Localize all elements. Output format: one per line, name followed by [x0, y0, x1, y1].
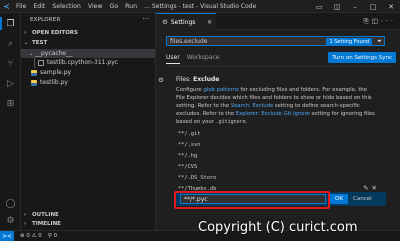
- explorer-title: EXPLORER: [30, 17, 61, 23]
- run-debug-icon[interactable]: ▷: [4, 77, 17, 90]
- tree-item-sample-py[interactable]: sample.py: [21, 68, 155, 77]
- window-title: Settings - test - Visual Studio Code: [152, 3, 257, 10]
- tree-item-pyc[interactable]: testlib.cpython-311.pyc: [21, 58, 155, 67]
- highlight-annotation: [174, 191, 330, 209]
- tab-settings[interactable]: ⚙ Settings ✕: [156, 13, 216, 30]
- menu-go[interactable]: Go: [110, 3, 119, 10]
- tab-user[interactable]: User: [166, 54, 180, 64]
- manage-gear-icon[interactable]: ⚙: [4, 214, 17, 227]
- remove-item-icon[interactable]: ✕: [372, 184, 380, 192]
- explorer-sidebar: EXPLORER ··· › OPEN EDITORS ⌄ TEST ⌄ __p…: [21, 13, 156, 230]
- menu-file[interactable]: File: [16, 3, 26, 10]
- close-tab-icon[interactable]: ✕: [207, 19, 212, 26]
- python-file-icon: [31, 69, 37, 76]
- editor-tab-bar: ⚙ Settings ✕ ⎘◫···: [156, 13, 400, 30]
- editor-actions: ⎘◫···: [363, 17, 396, 26]
- settings-found-badge: 1 Setting Found: [326, 38, 372, 45]
- layout-icon[interactable]: ▭: [310, 0, 328, 13]
- tree-item-pycache[interactable]: ⌄ __pycache__: [21, 49, 155, 58]
- outline-section[interactable]: › OUTLINE: [24, 212, 59, 218]
- tree-item-testlib-py[interactable]: testlib.py: [21, 78, 155, 87]
- settings-sync-button[interactable]: Turn on Settings Sync: [328, 52, 396, 63]
- menu-selection[interactable]: Selection: [52, 3, 81, 10]
- divider: [166, 66, 396, 67]
- activity-bar: ❐ ⌕ ⑂ ▷ ⊞ ◯ ⚙: [0, 13, 21, 230]
- explorer-exclude-gitignore-link[interactable]: Explorer: Exclude Git Ignore: [236, 111, 310, 117]
- glob-patterns-link[interactable]: glob patterns: [203, 87, 238, 93]
- list-item[interactable]: **/CVS: [178, 161, 216, 172]
- list-item[interactable]: **/.hg: [178, 150, 216, 161]
- list-item[interactable]: **/.git: [178, 128, 216, 139]
- edit-item-icon[interactable]: ✎: [363, 184, 371, 192]
- close-icon[interactable]: ✕: [382, 0, 400, 13]
- setting-title: Files: Exclude: [176, 76, 220, 83]
- timeline-section[interactable]: › TIMELINE: [24, 221, 61, 227]
- filter-icon[interactable]: ⏷: [377, 37, 382, 46]
- cancel-button[interactable]: Cancel: [353, 194, 372, 204]
- chevron-right-icon: ›: [24, 30, 27, 36]
- folder-test-section[interactable]: ⌄ TEST: [24, 40, 47, 46]
- more-actions-icon[interactable]: ···: [142, 15, 149, 23]
- explorer-icon[interactable]: ❐: [0, 17, 17, 30]
- maximize-icon[interactable]: □: [364, 0, 382, 13]
- source-control-icon[interactable]: ⑂: [4, 57, 17, 70]
- settings-scope-tabs: User Workspace: [166, 54, 219, 64]
- chevron-down-icon: ⌄: [24, 40, 29, 46]
- ok-button[interactable]: OK: [330, 194, 348, 204]
- menu-edit[interactable]: Edit: [33, 3, 45, 10]
- menu-run[interactable]: Run: [125, 3, 137, 10]
- chevron-right-icon: ›: [24, 212, 27, 218]
- search-icon[interactable]: ⌕: [4, 37, 17, 50]
- title-bar: ≺ File Edit Selection View Go Run ... Se…: [0, 0, 400, 13]
- split-editor-icon[interactable]: ◫: [372, 17, 381, 25]
- list-item[interactable]: **/.svn: [178, 139, 216, 150]
- menu-view[interactable]: View: [88, 3, 103, 10]
- open-editors-section[interactable]: › OPEN EDITORS: [24, 30, 78, 36]
- extensions-icon[interactable]: ⊞: [4, 97, 17, 110]
- menu-more[interactable]: ...: [144, 3, 150, 10]
- exclude-pattern-list: **/.git **/.svn **/.hg **/CVS **/.DS_Sto…: [178, 128, 216, 194]
- settings-search-input[interactable]: files.exclude 1 Setting Found ⏷: [166, 36, 385, 46]
- python-file-icon: [31, 79, 37, 86]
- ports-status[interactable]: ⚲ 0: [48, 233, 57, 239]
- setting-gear-icon[interactable]: ⚙: [158, 76, 164, 84]
- tab-workspace[interactable]: Workspace: [187, 54, 220, 64]
- menu-bar: File Edit Selection View Go Run ...: [16, 3, 150, 10]
- settings-gear-icon: ⚙: [162, 18, 168, 26]
- layout-icon[interactable]: ◫: [328, 0, 346, 13]
- problems-status[interactable]: ⊗ 0 ⚠ 0: [20, 233, 42, 239]
- setting-description: Configure glob patterns for excluding fi…: [176, 87, 375, 125]
- window-controls: ▭ ◫ – □ ✕: [310, 0, 400, 13]
- open-settings-json-icon[interactable]: ⎘: [363, 17, 371, 25]
- list-item-actions: ✎✕: [363, 184, 380, 192]
- account-icon[interactable]: ◯: [4, 197, 17, 210]
- pyc-file-icon: [38, 59, 44, 66]
- minimize-icon[interactable]: –: [346, 0, 364, 13]
- list-item[interactable]: **/.DS_Store: [178, 172, 216, 183]
- search-exclude-link[interactable]: Search: Exclude: [231, 103, 273, 109]
- vscode-logo-icon: ≺: [3, 1, 10, 11]
- remote-icon[interactable]: ><: [0, 230, 14, 241]
- more-actions-icon[interactable]: ···: [381, 17, 396, 25]
- copyright-watermark: Copyright (C) curict.com: [198, 220, 358, 235]
- chevron-right-icon: ›: [24, 221, 27, 227]
